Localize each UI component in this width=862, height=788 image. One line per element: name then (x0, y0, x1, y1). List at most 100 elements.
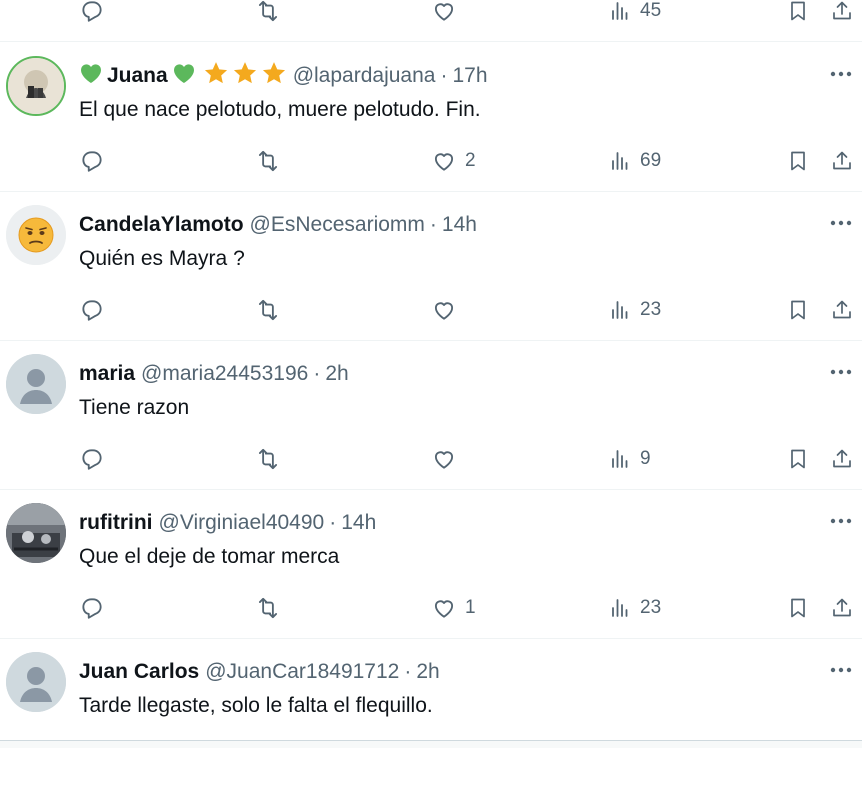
bookmark-icon (791, 1, 805, 21)
more-button[interactable] (826, 360, 856, 384)
more-button[interactable] (826, 509, 856, 533)
more-icon (830, 71, 852, 77)
retweet-button[interactable] (254, 295, 282, 325)
more-icon (830, 518, 852, 524)
retweet-button[interactable] (254, 0, 282, 26)
like-button[interactable] (431, 444, 457, 474)
display-name[interactable]: CandelaYlamoto (79, 213, 244, 237)
tweet-text: El que nace pelotudo, muere pelotudo. Fi… (79, 98, 481, 121)
user-handle[interactable]: @lapardajuana (293, 64, 436, 88)
like-button[interactable]: 1 (431, 593, 476, 623)
like-button[interactable] (431, 295, 457, 325)
more-button[interactable] (826, 62, 856, 86)
share-button[interactable] (830, 593, 854, 623)
user-handle[interactable]: @EsNecesariomm (250, 213, 425, 237)
bookmark-icon (791, 151, 805, 171)
display-name[interactable]: Juan Carlos (79, 660, 199, 684)
reply-icon (82, 449, 102, 470)
more-icon (830, 369, 852, 375)
star-icon (232, 60, 258, 92)
like-button[interactable] (431, 0, 457, 26)
timestamp[interactable]: 2h (416, 660, 439, 684)
avatar[interactable] (6, 205, 66, 265)
reply-button[interactable] (79, 593, 105, 623)
retweet-button[interactable] (254, 593, 282, 623)
reply-icon (82, 151, 102, 172)
views-button[interactable]: 23 (608, 593, 661, 623)
more-button[interactable] (826, 211, 856, 235)
more-button[interactable] (826, 658, 856, 682)
share-icon (833, 598, 851, 617)
reply-icon (82, 598, 102, 619)
share-icon (833, 1, 851, 20)
bookmark-button[interactable] (786, 444, 810, 474)
separator-dot: · (329, 511, 337, 534)
views-icon (612, 301, 628, 319)
reply-button[interactable] (79, 444, 105, 474)
views-button[interactable]: 23 (608, 295, 661, 325)
user-handle[interactable]: @Virginiael40490 (159, 511, 325, 535)
tweet-text: Tarde llegaste, solo le falta el flequil… (79, 694, 433, 717)
tweet-text: Que el deje de tomar merca (79, 545, 340, 568)
avatar[interactable] (6, 652, 66, 712)
like-icon (434, 3, 454, 21)
green-heart-icon (172, 62, 196, 90)
user-handle[interactable]: @maria24453196 (141, 362, 308, 386)
avatar[interactable] (6, 503, 66, 563)
tweet-header: rufitrini @Virginiael40490 · 14h (79, 508, 376, 538)
tweet-partial-top[interactable]: 45 (0, 0, 862, 42)
display-name[interactable]: Juana (107, 64, 168, 88)
default-avatar-icon (6, 652, 66, 712)
like-count: 2 (465, 150, 476, 171)
timestamp[interactable]: 14h (442, 213, 477, 237)
tweet[interactable]: Juana @lapardajuana · 17h El que nace pe… (0, 44, 862, 192)
reply-button[interactable] (79, 0, 105, 26)
retweet-button[interactable] (254, 146, 282, 176)
views-count: 23 (640, 299, 662, 320)
views-button[interactable]: 9 (608, 444, 651, 474)
share-button[interactable] (830, 146, 854, 176)
views-icon (612, 2, 628, 20)
views-count: 23 (640, 597, 662, 618)
star-icon (203, 60, 229, 92)
views-button[interactable]: 45 (608, 0, 661, 26)
user-handle[interactable]: @JuanCar18491712 (205, 660, 399, 684)
share-button[interactable] (830, 295, 854, 325)
retweet-icon (258, 299, 278, 321)
avatar[interactable] (6, 354, 66, 414)
tweet[interactable]: Juan Carlos @JuanCar18491712 · 2h Tarde … (0, 640, 862, 788)
views-button[interactable]: 69 (608, 146, 661, 176)
separator-dot: · (404, 660, 412, 683)
timestamp[interactable]: 17h (452, 64, 487, 88)
reply-icon (82, 300, 102, 321)
avatar-photo-image (6, 503, 66, 563)
bookmark-button[interactable] (786, 146, 810, 176)
timestamp[interactable]: 2h (325, 362, 348, 386)
like-icon (434, 153, 454, 171)
retweet-icon (258, 0, 278, 22)
like-button[interactable]: 2 (431, 146, 476, 176)
display-name[interactable]: rufitrini (79, 511, 153, 535)
bookmark-button[interactable] (786, 593, 810, 623)
display-name[interactable]: maria (79, 362, 135, 386)
avatar[interactable] (6, 56, 66, 116)
like-count: 1 (465, 597, 476, 618)
tweet[interactable]: rufitrini @Virginiael40490 · 14h Que el … (0, 491, 862, 639)
share-button[interactable] (830, 444, 854, 474)
reply-icon (82, 1, 102, 22)
bookmark-button[interactable] (786, 295, 810, 325)
retweet-button[interactable] (254, 444, 282, 474)
timestamp[interactable]: 14h (341, 511, 376, 535)
tweet[interactable]: maria @maria24453196 · 2h Tiene razon 9 (0, 342, 862, 490)
tweet-header: maria @maria24453196 · 2h (79, 359, 349, 389)
action-bar: 45 (0, 0, 862, 26)
tweet-text: Quién es Mayra ? (79, 247, 245, 270)
tweet[interactable]: CandelaYlamoto @EsNecesariomm · 14h Quié… (0, 193, 862, 341)
share-icon (833, 449, 851, 468)
reply-button[interactable] (79, 146, 105, 176)
like-icon (434, 600, 454, 618)
reply-button[interactable] (79, 295, 105, 325)
share-button[interactable] (830, 0, 854, 26)
bookmark-button[interactable] (786, 0, 810, 26)
share-icon (833, 151, 851, 170)
